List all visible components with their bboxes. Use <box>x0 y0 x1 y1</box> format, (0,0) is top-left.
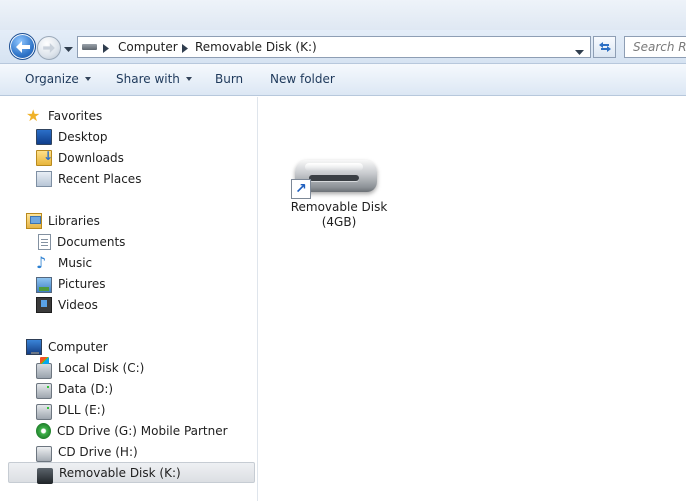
new-folder-label: New folder <box>270 72 335 86</box>
arrow-left-icon <box>15 40 30 53</box>
file-item-label: Removable Disk (4GB) <box>273 200 405 230</box>
chevron-down-icon <box>185 77 192 81</box>
organize-button[interactable]: Organize <box>25 72 91 86</box>
recent-places-icon <box>36 170 52 187</box>
nav-item-desktop[interactable]: Desktop <box>36 126 283 147</box>
file-item-name: Removable Disk <box>290 200 388 214</box>
navigation-pane: ★ Favorites Desktop Downloads Recent Pla… <box>0 97 258 501</box>
share-with-button[interactable]: Share with <box>116 72 192 86</box>
command-bar: Organize Share with Burn New folder <box>0 64 686 96</box>
burn-label: Burn <box>215 72 244 86</box>
libraries-icon <box>26 212 42 229</box>
nav-computer[interactable]: Computer <box>26 336 273 357</box>
arrow-right-icon <box>43 43 55 53</box>
nav-label: Downloads <box>58 150 124 165</box>
nav-label: Desktop <box>58 129 108 144</box>
nav-item-recent-places[interactable]: Recent Places <box>36 168 283 189</box>
star-icon: ★ <box>26 105 41 125</box>
nav-label: Computer <box>48 339 108 354</box>
hard-drive-icon <box>36 403 52 420</box>
video-icon <box>36 296 52 313</box>
nav-label: Removable Disk (K:) <box>59 465 181 480</box>
nav-item-cd-drive-h[interactable]: CD Drive (H:) <box>36 441 283 462</box>
removable-drive-icon <box>37 467 53 484</box>
nav-item-pictures[interactable]: Pictures <box>36 273 283 294</box>
nav-item-data-d[interactable]: Data (D:) <box>36 378 283 399</box>
breadcrumb-computer[interactable]: Computer <box>118 40 178 54</box>
file-item-size: (4GB) <box>321 215 357 229</box>
nav-item-dll-e[interactable]: DLL (E:) <box>36 399 283 420</box>
nav-label: Favorites <box>48 108 103 123</box>
nav-item-removable-disk-k[interactable]: Removable Disk (K:) <box>8 462 255 484</box>
breadcrumb-separator[interactable] <box>103 42 109 56</box>
mobile-partner-disc-icon <box>36 422 51 439</box>
back-button[interactable] <box>9 33 36 60</box>
computer-icon <box>26 338 42 355</box>
share-with-label: Share with <box>116 72 180 86</box>
nav-item-local-disk-c[interactable]: Local Disk (C:) <box>36 356 283 379</box>
pictures-icon <box>36 276 52 293</box>
nav-label: CD Drive (H:) <box>58 444 138 459</box>
nav-label: Documents <box>57 234 126 249</box>
forward-button[interactable] <box>37 36 61 60</box>
nav-label: Data (D:) <box>58 381 114 396</box>
shortcut-arrow-icon: ↗ <box>291 179 311 199</box>
music-note-icon: ♪ <box>36 252 47 272</box>
chevron-right-icon <box>182 44 188 53</box>
nav-item-downloads[interactable]: Downloads <box>36 147 283 168</box>
address-bar[interactable]: Computer Removable Disk (K:) <box>77 36 591 58</box>
cd-drive-icon <box>36 445 52 462</box>
nav-item-cd-drive-g[interactable]: CD Drive (G:) Mobile Partner <box>36 420 283 441</box>
chevron-down-icon <box>64 47 73 52</box>
navigation-bar: Computer Removable Disk (K:) Search Rem <box>0 30 686 64</box>
nav-label: Libraries <box>48 213 100 228</box>
nav-label: Local Disk (C:) <box>58 360 145 375</box>
new-folder-button[interactable]: New folder <box>270 72 335 86</box>
breadcrumb-removable-disk[interactable]: Removable Disk (K:) <box>195 40 317 54</box>
document-icon <box>38 233 51 250</box>
recent-pages-dropdown[interactable] <box>64 42 73 56</box>
nav-libraries[interactable]: Libraries <box>26 210 273 231</box>
nav-item-documents[interactable]: Documents <box>36 231 283 252</box>
nav-label: DLL (E:) <box>58 402 106 417</box>
nav-label: Recent Places <box>58 171 142 186</box>
hard-drive-icon <box>36 382 52 399</box>
nav-label: Pictures <box>58 276 106 291</box>
search-input[interactable]: Search Rem <box>624 36 686 58</box>
organize-label: Organize <box>25 72 79 86</box>
refresh-icon <box>598 42 611 52</box>
nav-favorites[interactable]: ★ Favorites <box>26 105 273 126</box>
desktop-icon <box>36 129 52 145</box>
breadcrumb-separator[interactable] <box>182 42 188 56</box>
downloads-folder-icon <box>36 149 53 166</box>
nav-label: CD Drive (G:) Mobile Partner <box>57 423 228 438</box>
chevron-right-icon <box>103 44 109 53</box>
nav-item-music[interactable]: ♪ Music <box>36 252 283 273</box>
chevron-down-icon <box>575 50 584 55</box>
chevron-down-icon <box>84 77 91 81</box>
nav-label: Music <box>58 255 93 270</box>
refresh-button[interactable] <box>593 36 616 58</box>
address-history-dropdown[interactable] <box>575 45 584 59</box>
removable-drive-icon <box>82 44 97 50</box>
file-list-area[interactable]: ↗ Removable Disk (4GB) <box>259 97 686 501</box>
title-bar <box>0 0 686 30</box>
file-item-removable-disk[interactable]: ↗ Removable Disk (4GB) <box>273 143 387 239</box>
nav-item-videos[interactable]: Videos <box>36 294 283 315</box>
nav-label: Videos <box>58 297 98 312</box>
system-drive-icon <box>36 356 52 379</box>
burn-button[interactable]: Burn <box>215 72 243 86</box>
